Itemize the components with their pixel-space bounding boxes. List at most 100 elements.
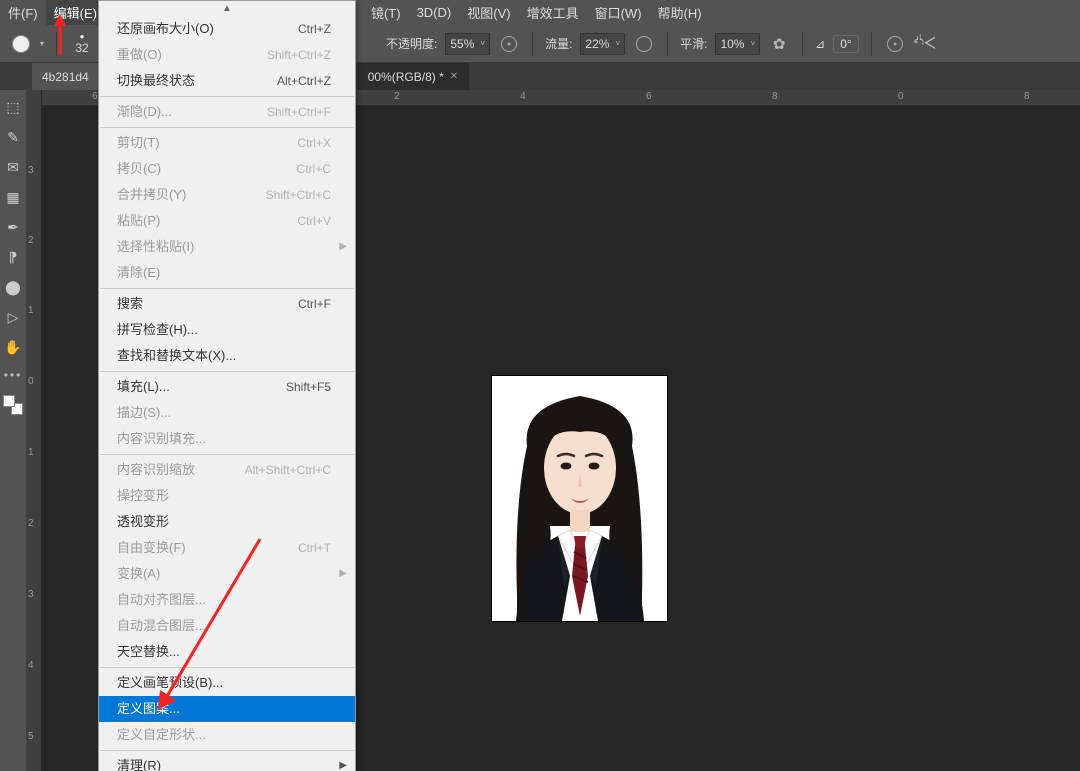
tool-dropper[interactable]: ⁋ bbox=[2, 246, 24, 268]
menu-separator bbox=[100, 667, 354, 668]
tool-mail[interactable]: ✉ bbox=[2, 156, 24, 178]
menu-item[interactable]: 天空替换... bbox=[99, 639, 355, 665]
menu-item[interactable]: 还原画布大小(O)Ctrl+Z bbox=[99, 16, 355, 42]
brush-size[interactable]: 32 bbox=[69, 41, 95, 55]
menu-file[interactable]: 件(F) bbox=[0, 0, 46, 25]
smoothing-gear-icon[interactable]: ✿ bbox=[768, 33, 790, 55]
menu-item[interactable]: 拼写检查(H)... bbox=[99, 317, 355, 343]
menu-item[interactable]: 定义图案... bbox=[99, 696, 355, 722]
menu-item-label: 拷贝(C) bbox=[117, 160, 161, 178]
menu-item-label: 查找和替换文本(X)... bbox=[117, 347, 236, 365]
tool-pointer[interactable]: ▷ bbox=[2, 306, 24, 328]
hruler-mark: 6 bbox=[646, 91, 652, 102]
menu-item: 拷贝(C)Ctrl+C bbox=[99, 156, 355, 182]
opacity-pressure-icon[interactable] bbox=[498, 33, 520, 55]
menu-item-label: 重做(O) bbox=[117, 46, 162, 64]
menu-item-label: 描边(S)... bbox=[117, 404, 171, 422]
menu-separator bbox=[100, 127, 354, 128]
angle-icon: ⊿ bbox=[815, 37, 825, 51]
menu-edit[interactable]: 编辑(E) bbox=[46, 0, 105, 25]
menu-item-label: 内容识别缩放 bbox=[117, 461, 195, 479]
menu-item: 选择性粘贴(I) ▶ bbox=[99, 234, 355, 260]
menu-item-label: 填充(L)... bbox=[117, 378, 170, 396]
menu-item-label: 天空替换... bbox=[117, 643, 180, 661]
menu-separator bbox=[100, 750, 354, 751]
menu-separator bbox=[100, 96, 354, 97]
hruler-mark: 4 bbox=[520, 91, 526, 102]
menu-window[interactable]: 窗口(W) bbox=[587, 0, 650, 25]
menu-item: 渐隐(D)...Shift+Ctrl+F bbox=[99, 99, 355, 125]
color-swatches[interactable] bbox=[2, 394, 24, 416]
menu-item: 重做(O) Shift+Ctrl+Z bbox=[99, 42, 355, 68]
tool-drop[interactable]: ⬤ bbox=[2, 276, 24, 298]
menu-filter[interactable]: 镜(T) bbox=[363, 0, 409, 25]
menu-item-label: 自动混合图层... bbox=[117, 617, 206, 635]
symmetry-icon[interactable]: ᔊᔌ bbox=[914, 33, 936, 55]
menu-item-label: 透视变形 bbox=[117, 513, 169, 531]
vruler-mark: 5 bbox=[28, 731, 34, 742]
menu-item[interactable]: 填充(L)... Shift+F5 bbox=[99, 374, 355, 400]
smoothing-field[interactable]: 10%˅ bbox=[715, 33, 760, 55]
flow-label: 流量: bbox=[545, 35, 572, 52]
tool-hand[interactable]: ✋ bbox=[2, 336, 24, 358]
opacity-label: 不透明度: bbox=[386, 35, 437, 52]
menu-item-shortcut: Alt+Shift+Ctrl+C bbox=[245, 461, 331, 479]
menu-item: 变换(A)▶ bbox=[99, 561, 355, 587]
submenu-arrow-icon: ▶ bbox=[339, 238, 347, 256]
hruler-mark: 8 bbox=[1024, 91, 1030, 102]
pressure-size-icon[interactable] bbox=[884, 33, 906, 55]
vruler-mark: 1 bbox=[28, 447, 34, 458]
menu-item: 剪切(T)Ctrl+X bbox=[99, 130, 355, 156]
edit-dropdown: ▲ 还原画布大小(O)Ctrl+Z 重做(O) Shift+Ctrl+Z 切换最终状态… bbox=[98, 0, 356, 771]
toolbox-more[interactable]: ••• bbox=[4, 368, 23, 382]
menu-item-label: 自动对齐图层... bbox=[117, 591, 206, 609]
menu-scroll-up-icon[interactable]: ▲ bbox=[99, 1, 355, 16]
airbrush-icon[interactable] bbox=[633, 33, 655, 55]
menu-3d[interactable]: 3D(D) bbox=[409, 0, 460, 25]
smoothing-label: 平滑: bbox=[680, 35, 707, 52]
menu-separator bbox=[100, 454, 354, 455]
menu-item[interactable]: 清理(R)▶ bbox=[99, 753, 355, 771]
menu-item[interactable]: 查找和替换文本(X)... bbox=[99, 343, 355, 369]
menu-item-label: 定义自定形状... bbox=[117, 726, 206, 744]
tool-brush-icon[interactable] bbox=[10, 33, 32, 55]
menu-item[interactable]: 透视变形 bbox=[99, 509, 355, 535]
menu-item[interactable]: 定义画笔预设(B)... bbox=[99, 670, 355, 696]
menu-item: 合并拷贝(Y)Shift+Ctrl+C bbox=[99, 182, 355, 208]
hruler-mark: 2 bbox=[394, 91, 400, 102]
menu-item-shortcut: Ctrl+X bbox=[297, 134, 331, 152]
menu-plugins[interactable]: 增效工具 bbox=[519, 0, 587, 25]
menu-item-shortcut: Alt+Ctrl+Z bbox=[277, 72, 331, 90]
menu-item-label: 选择性粘贴(I) bbox=[117, 238, 194, 256]
menu-separator bbox=[100, 288, 354, 289]
menu-item[interactable]: 切换最终状态Alt+Ctrl+Z bbox=[99, 68, 355, 94]
menu-item: 操控变形 bbox=[99, 483, 355, 509]
menu-item-label: 自由变换(F) bbox=[117, 539, 186, 557]
menu-item: 清除(E) bbox=[99, 260, 355, 286]
menu-view[interactable]: 视图(V) bbox=[459, 0, 518, 25]
menu-item-label: 合并拷贝(Y) bbox=[117, 186, 186, 204]
tab-1[interactable]: 00%(RGB/8) *✕ bbox=[358, 63, 469, 90]
menu-item: 内容识别填充... bbox=[99, 426, 355, 452]
tab-0[interactable]: 4b281d4 bbox=[32, 63, 100, 90]
tool-pen[interactable]: ✒ bbox=[2, 216, 24, 238]
tool-marquee[interactable]: ⬚ bbox=[2, 96, 24, 118]
menu-help[interactable]: 帮助(H) bbox=[650, 0, 710, 25]
menu-item-label: 粘贴(P) bbox=[117, 212, 160, 230]
menu-item-label: 变换(A) bbox=[117, 565, 160, 583]
menu-item-label: 清除(E) bbox=[117, 264, 160, 282]
tool-brush[interactable]: ✎ bbox=[2, 126, 24, 148]
toolbox: ⬚ ✎ ✉ ▦ ✒ ⁋ ⬤ ▷ ✋ ••• bbox=[0, 90, 26, 771]
flow-field[interactable]: 22%˅ bbox=[580, 33, 625, 55]
tool-rect[interactable]: ▦ bbox=[2, 186, 24, 208]
menu-item-shortcut: Ctrl+T bbox=[298, 539, 331, 557]
opacity-field[interactable]: 55%˅ bbox=[445, 33, 490, 55]
menu-item-shortcut: Shift+F5 bbox=[286, 378, 331, 396]
close-icon[interactable]: ✕ bbox=[450, 71, 458, 82]
menu-item[interactable]: 搜索Ctrl+F bbox=[99, 291, 355, 317]
menu-item-shortcut: Shift+Ctrl+Z bbox=[267, 46, 331, 64]
angle-field[interactable]: 0° bbox=[833, 35, 858, 53]
menu-item-label: 渐隐(D)... bbox=[117, 103, 172, 121]
menu-item: 定义自定形状... bbox=[99, 722, 355, 748]
menu-item: 自动对齐图层... bbox=[99, 587, 355, 613]
